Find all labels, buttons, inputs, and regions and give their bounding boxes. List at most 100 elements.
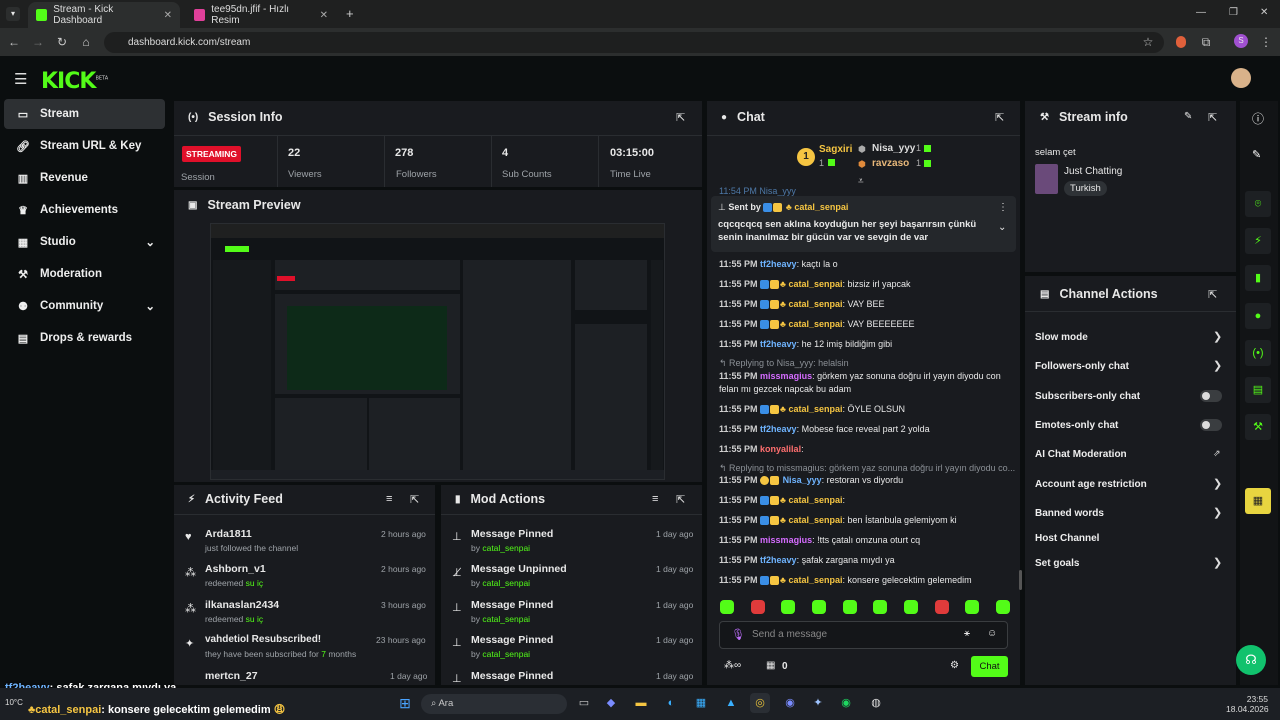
sidebar-item-drops-rewards[interactable]: ▤ Drops & rewards xyxy=(4,323,165,353)
message-username[interactable]: tf2heavy xyxy=(760,259,797,269)
minimize-icon[interactable]: — xyxy=(1196,7,1206,18)
back-icon[interactable]: ← xyxy=(6,34,22,50)
message-username[interactable]: catal_senpai xyxy=(788,515,842,525)
rail-session-icon[interactable]: ⌾ xyxy=(1245,191,1271,217)
emote-icon[interactable] xyxy=(995,600,1010,614)
emoji-icon[interactable]: ☺ xyxy=(987,628,997,639)
stream-preview-video[interactable] xyxy=(210,223,665,480)
message-username[interactable]: catal_senpai xyxy=(788,279,842,289)
close-icon[interactable]: ✕ xyxy=(164,10,172,21)
emote-icon[interactable] xyxy=(781,600,796,614)
emote-icon[interactable] xyxy=(811,600,826,614)
emotes-only-toggle[interactable] xyxy=(1200,419,1222,431)
mod-username[interactable]: catal_senpai xyxy=(482,543,530,553)
chat-message[interactable]: 11:55 PM tf2heavy: kaçtı la o xyxy=(719,259,838,269)
edge-icon[interactable]: ◐ xyxy=(661,693,681,713)
emote-icon[interactable] xyxy=(934,600,949,614)
edit-pencil-icon[interactable]: ✎ xyxy=(1184,111,1192,122)
message-username[interactable]: konyalilal xyxy=(760,444,801,454)
activity-username[interactable]: ilkanaslan2434 xyxy=(205,599,279,611)
new-tab-button[interactable]: + xyxy=(346,6,354,21)
rail-broadcast-icon[interactable]: (•) xyxy=(1245,340,1271,366)
activity-username[interactable]: vahdetiol Resubscribed! xyxy=(205,634,321,645)
chevron-right-icon[interactable]: ❯ xyxy=(1213,330,1222,343)
hamburger-menu-icon[interactable]: ☰ xyxy=(14,70,27,88)
emote-icon[interactable] xyxy=(720,600,734,614)
sidebar-item-achievements[interactable]: ♛ Achievements xyxy=(4,195,165,225)
chevron-right-icon[interactable]: ❯ xyxy=(1213,359,1222,372)
popout-icon[interactable]: ⇱ xyxy=(676,493,685,506)
account-age-item[interactable]: Account age restriction xyxy=(1035,479,1147,490)
chat-message[interactable]: 11:55 PM missmagius: görkem yaz sonuna d… xyxy=(719,370,1009,396)
send-chat-button[interactable]: Chat xyxy=(971,656,1008,677)
chat-scrollbar[interactable] xyxy=(1019,570,1022,590)
message-username[interactable]: catal_senpai xyxy=(788,575,842,585)
message-username[interactable]: Nisa_yyy xyxy=(783,475,822,485)
sidebar-item-stream-url-key[interactable]: 🔗︎ Stream URL & Key xyxy=(4,131,165,161)
category-thumbnail[interactable] xyxy=(1035,164,1058,194)
reload-icon[interactable]: ↻ xyxy=(54,34,70,50)
chat-message[interactable]: 11:55 PM ♣ catal_senpai: konsere gelecek… xyxy=(719,575,972,586)
chrome-icon[interactable]: ◎ xyxy=(750,693,770,713)
chat-message[interactable]: 11:55 PM ♣ catal_senpai: VAY BEE xyxy=(719,299,885,310)
task-view-icon[interactable]: ▭ xyxy=(574,693,594,713)
taskbar-clock[interactable]: 23:55 18.04.2026 xyxy=(1226,694,1269,714)
chat-message[interactable]: 11:55 PM missmagius: !tts çatalı omzuna … xyxy=(719,535,920,545)
url-field[interactable]: dashboard.kick.com/stream xyxy=(104,32,1164,53)
external-link-icon[interactable]: ⇗ xyxy=(1213,448,1221,459)
chat-message[interactable]: 11:55 PM ♣ catal_senpai: ÖYLE OLSUN xyxy=(719,404,905,415)
user-avatar[interactable] xyxy=(1231,68,1251,88)
forward-icon[interactable]: → xyxy=(30,34,46,50)
leader-name[interactable]: Nisa_yyy xyxy=(872,143,915,154)
ai-chat-moderation-item[interactable]: AI Chat Moderation xyxy=(1035,449,1127,460)
leader-name[interactable]: Sagxiri xyxy=(819,144,852,155)
sidebar-item-studio[interactable]: ▦ Studio ⌄ xyxy=(4,227,165,257)
tab-image-viewer[interactable]: tee95dn.jfif - Hızlı Resim ✕ xyxy=(186,2,336,28)
tag-pill[interactable]: Turkish xyxy=(1064,181,1107,196)
edit-pencil-icon[interactable]: ✎ xyxy=(1252,148,1261,161)
weather-temp[interactable]: 10°C xyxy=(5,698,23,707)
sidebar-item-stream[interactable]: ▭ Stream xyxy=(4,99,165,129)
store-icon[interactable]: ▦ xyxy=(766,660,775,671)
bookmark-star-icon[interactable]: ☆ xyxy=(1140,34,1156,50)
subscribers-only-toggle[interactable] xyxy=(1200,390,1222,402)
chat-message[interactable]: 11:55 PM tf2heavy: şafak zargana mıydı y… xyxy=(719,555,895,565)
sidebar-item-revenue[interactable]: ▥ Revenue xyxy=(4,163,165,193)
obs-icon[interactable]: ◍ xyxy=(866,693,886,713)
message-username[interactable]: catal_senpai xyxy=(788,319,842,329)
copilot-icon[interactable]: ◆ xyxy=(601,693,621,713)
translate-icon[interactable]: ⚹ xyxy=(964,628,970,639)
category-name[interactable]: Just Chatting xyxy=(1064,166,1122,177)
popout-icon[interactable]: ⇱ xyxy=(410,493,419,506)
message-username[interactable]: tf2heavy xyxy=(760,339,797,349)
chat-message[interactable]: 11:55 PM ♣ catal_senpai: VAY BEEEEEEE xyxy=(719,319,915,330)
filter-icon[interactable]: ≡ xyxy=(652,493,658,505)
points-icon[interactable]: ⁂∞ xyxy=(724,660,741,671)
rail-goals-icon[interactable]: ▦ xyxy=(1245,488,1271,514)
profile-avatar[interactable]: S xyxy=(1234,34,1248,48)
popout-icon[interactable]: ⇱ xyxy=(1208,288,1217,301)
microphone-icon[interactable]: 🎙︎ xyxy=(731,628,745,641)
rail-channel-icon[interactable]: ▤ xyxy=(1245,377,1271,403)
chat-message[interactable]: 11:55 PM ♣ catal_senpai: ben İstanbula g… xyxy=(719,515,957,526)
message-username[interactable]: missmagius xyxy=(760,371,812,381)
extensions-puzzle-icon[interactable]: ⧉ xyxy=(1198,34,1214,50)
popout-icon[interactable]: ⇱ xyxy=(1208,111,1217,124)
emote-icon[interactable] xyxy=(873,600,888,614)
emote-icon[interactable] xyxy=(842,600,857,614)
chat-message[interactable]: 11:55 PM ♣ catal_senpai: xyxy=(719,495,845,506)
steam-icon[interactable]: ✦ xyxy=(808,693,828,713)
emote-icon[interactable] xyxy=(965,600,980,614)
slow-mode-item[interactable]: Slow mode xyxy=(1035,332,1088,343)
host-channel-item[interactable]: Host Channel xyxy=(1035,533,1099,544)
info-icon[interactable]: ⓘ xyxy=(1252,110,1264,127)
message-username[interactable]: catal_senpai xyxy=(788,299,842,309)
message-username[interactable]: catal_senpai xyxy=(788,495,842,505)
rail-mod-icon[interactable]: ▮ xyxy=(1245,265,1271,291)
file-explorer-icon[interactable]: ▬ xyxy=(631,693,651,713)
taskbar-search[interactable]: ⌕ Ara xyxy=(421,694,567,714)
message-username[interactable]: tf2heavy xyxy=(760,424,797,434)
tab-list-icon[interactable]: ▾ xyxy=(6,7,20,21)
chevron-right-icon[interactable]: ❯ xyxy=(1213,477,1222,490)
discord-icon[interactable]: ◉ xyxy=(780,693,800,713)
